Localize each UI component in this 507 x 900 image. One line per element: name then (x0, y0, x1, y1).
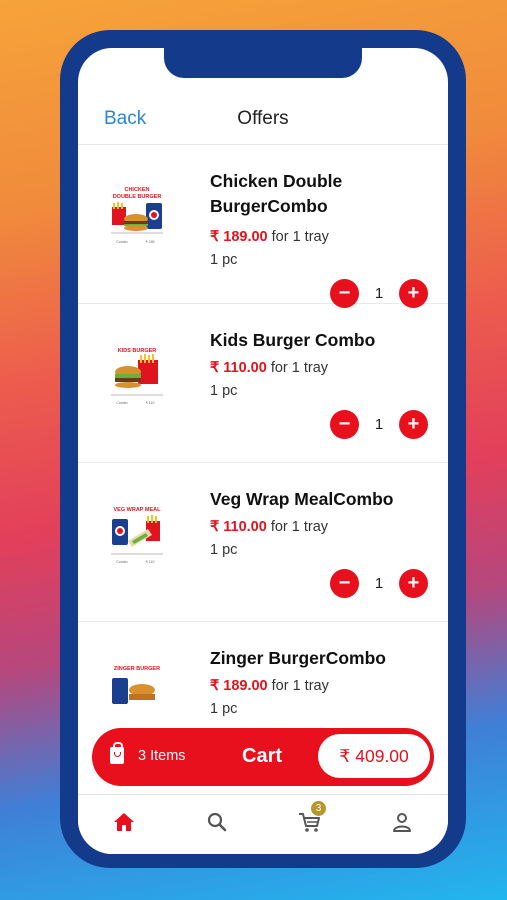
quantity-stepper: − 1 + (330, 410, 428, 442)
offer-name: Zinger BurgerCombo (210, 648, 386, 668)
svg-text:CHICKEN: CHICKEN (124, 187, 149, 193)
offer-price: ₹ 189.00 (210, 678, 268, 694)
combo-image: KIDS BURGER Combo ₹ 110 (111, 348, 163, 405)
svg-text:Combo: Combo (116, 401, 127, 405)
quantity-value: 1 (374, 575, 384, 592)
svg-text:₹ 189: ₹ 189 (145, 240, 154, 244)
increase-button[interactable]: + (399, 569, 428, 598)
nav-header: Back Offers (78, 78, 448, 145)
offer-name: Kids Burger Combo (210, 330, 376, 350)
offer-item[interactable]: VEG WRAP MEAL Combo ₹ 110 Veg Wrap MealC… (78, 463, 448, 622)
offer-price-line: ₹ 189.00 for 1 tray (210, 678, 329, 694)
bottom-tab-bar: 3 (78, 794, 448, 854)
offer-item[interactable]: ZINGER BURGER Zinger BurgerCombo ₹ 189.0… (78, 622, 448, 720)
cart-items-count: 3 Items (138, 748, 186, 764)
offer-per: for 1 tray (271, 229, 329, 245)
svg-text:Combo: Combo (116, 240, 127, 244)
offer-price: ₹ 110.00 (210, 360, 267, 376)
offer-per: for 1 tray (270, 360, 329, 376)
offer-unit: 1 pc (210, 383, 238, 399)
svg-text:₹ 110: ₹ 110 (146, 560, 155, 564)
plus-icon: + (407, 282, 420, 304)
phone-notch (164, 48, 362, 78)
tab-profile[interactable] (387, 807, 417, 837)
cart-count-badge: 3 (311, 801, 326, 816)
offers-list[interactable]: CHICKEN DOUBLE BURGER Combo ₹ 189 Chicke… (78, 145, 448, 720)
search-icon (207, 812, 227, 832)
minus-icon: − (338, 282, 351, 304)
plus-icon: + (407, 572, 420, 594)
quantity-stepper: − 1 + (330, 569, 428, 601)
tab-search[interactable] (202, 807, 232, 837)
offer-per: for 1 tray (270, 519, 329, 535)
minus-icon: − (338, 572, 351, 594)
phone-frame: Back Offers CHICKEN DOUBLE BURGER Combo … (60, 30, 466, 868)
offer-price: ₹ 189.00 (210, 229, 268, 245)
svg-text:₹ 110: ₹ 110 (146, 401, 155, 405)
shopping-bag-icon (110, 742, 124, 764)
cart-bar[interactable]: 3 Items Cart ₹ 409.00 (92, 728, 434, 786)
tab-cart[interactable]: 3 (295, 801, 326, 837)
offer-unit: 1 pc (210, 252, 238, 268)
offer-price-line: ₹ 110.00 for 1 tray (210, 519, 328, 535)
offer-per: for 1 tray (271, 678, 329, 694)
svg-text:ZINGER BURGER: ZINGER BURGER (114, 666, 160, 672)
offer-item[interactable]: KIDS BURGER Combo ₹ 110 Kids Burger Comb… (78, 304, 448, 463)
minus-icon: − (338, 413, 351, 435)
page-title: Offers (237, 108, 289, 129)
svg-text:KIDS BURGER: KIDS BURGER (118, 348, 157, 354)
decrease-button[interactable]: − (330, 410, 359, 439)
offer-name: Chicken Double BurgerCombo (210, 171, 343, 216)
offer-price-line: ₹ 110.00 for 1 tray (210, 360, 328, 376)
svg-text:VEG WRAP MEAL: VEG WRAP MEAL (114, 507, 162, 513)
offer-unit: 1 pc (210, 701, 238, 717)
profile-icon (393, 813, 411, 832)
decrease-button[interactable]: − (330, 569, 359, 598)
offer-unit: 1 pc (210, 542, 238, 558)
tab-home[interactable] (109, 807, 139, 837)
offer-price-line: ₹ 189.00 for 1 tray (210, 229, 329, 245)
combo-image: ZINGER BURGER (112, 666, 160, 704)
quantity-value: 1 (374, 285, 384, 302)
home-icon (114, 813, 134, 831)
quantity-value: 1 (374, 416, 384, 433)
offer-item[interactable]: CHICKEN DOUBLE BURGER Combo ₹ 189 Chicke… (78, 145, 448, 308)
svg-text:Combo: Combo (116, 560, 127, 564)
cart-total: ₹ 409.00 (318, 734, 430, 778)
app-screen: Back Offers CHICKEN DOUBLE BURGER Combo … (78, 48, 448, 854)
offer-price: ₹ 110.00 (210, 519, 267, 535)
offer-name: Veg Wrap MealCombo (210, 489, 394, 509)
cart-label: Cart (242, 745, 283, 767)
svg-text:DOUBLE BURGER: DOUBLE BURGER (113, 194, 162, 200)
plus-icon: + (407, 413, 420, 435)
combo-image: VEG WRAP MEAL Combo ₹ 110 (111, 507, 163, 564)
increase-button[interactable]: + (399, 410, 428, 439)
combo-image: CHICKEN DOUBLE BURGER Combo ₹ 189 (111, 187, 163, 244)
